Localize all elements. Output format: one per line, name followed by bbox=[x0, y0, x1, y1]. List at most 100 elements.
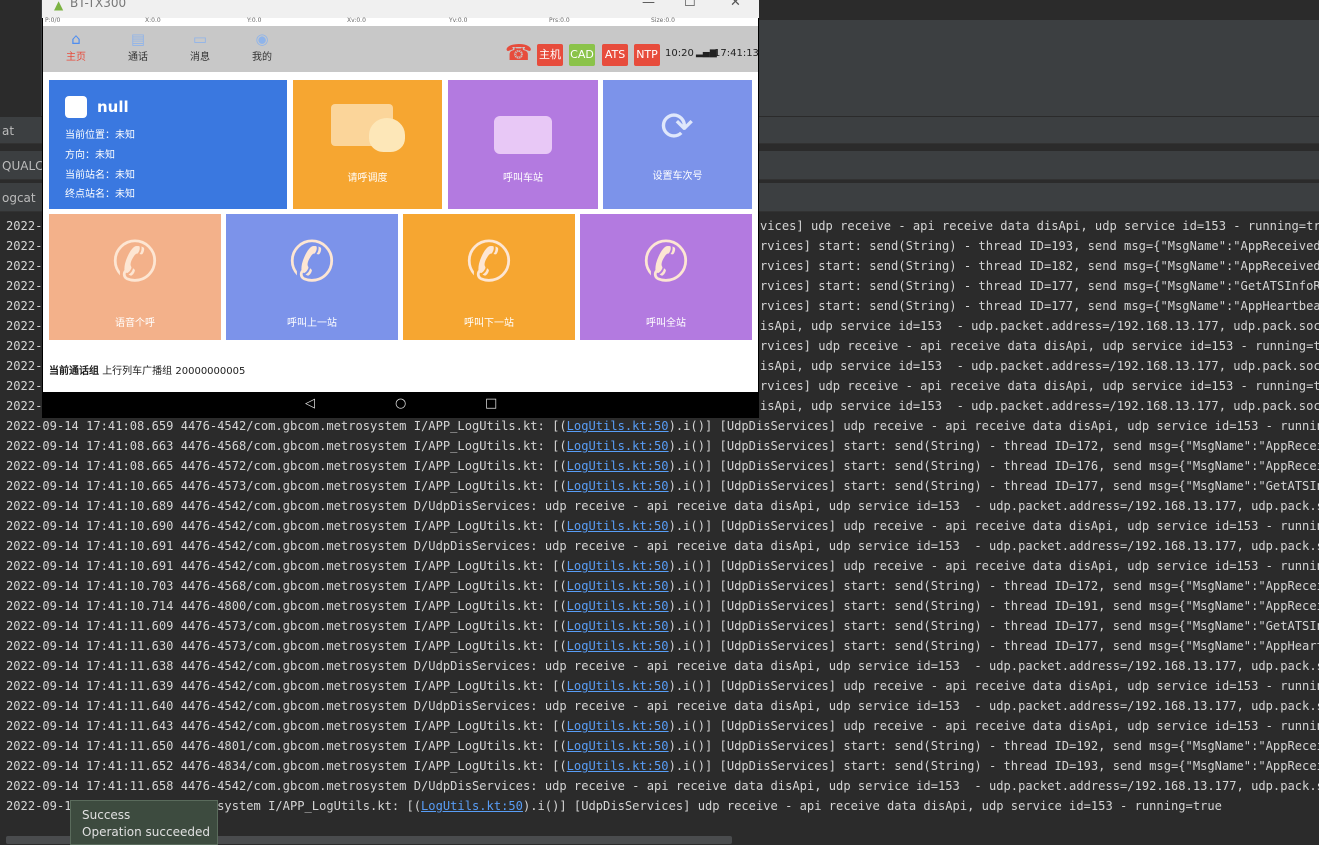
log-message: ).i()] [UdpDisServices] udp receive - ap… bbox=[668, 419, 1319, 433]
log-source-link[interactable]: LogUtils.kt:50 bbox=[567, 479, 669, 493]
back-icon[interactable]: ◁ bbox=[305, 396, 315, 411]
call-previous-station-label: 呼叫上一站 bbox=[287, 318, 337, 329]
home-button-icon[interactable]: ○ bbox=[395, 396, 406, 411]
log-timestamp: 2022-09-14 17:41:11.658 bbox=[6, 779, 174, 793]
phone-hangup-icon[interactable]: ☎ bbox=[505, 41, 532, 66]
voice-private-call-tile[interactable]: ✆ 语音个呼 bbox=[49, 214, 221, 340]
log-timestamp: 2022-09-14 17:41:11.638 bbox=[6, 659, 174, 673]
log-bracket: [( bbox=[552, 419, 567, 433]
log-source-link[interactable]: LogUtils.kt:50 bbox=[421, 799, 523, 813]
log-process: 4476-4573/com.gbcom.metrosystem bbox=[180, 639, 407, 653]
log-timestamp: 2022-09-14 17:41:10.691 bbox=[6, 539, 174, 553]
log-line: 2022-09-14 17:41:08.665 4476-4572/com.gb… bbox=[6, 456, 1319, 476]
pointer-location-debug-bar: P:0/0 X:0.0 Y:0.0 Xv:0.0 Yv:0.0 Prs:0.0 … bbox=[43, 17, 758, 26]
debug-size: Size:0.0 bbox=[651, 17, 675, 24]
current-talk-group: 当前通话组 上行列车广播组 20000000005 bbox=[49, 362, 245, 377]
log-bracket: [( bbox=[552, 739, 567, 753]
log-process: 4476-4834/com.gbcom.metrosystem bbox=[180, 759, 407, 773]
sync-icon: ⟳ bbox=[660, 104, 694, 150]
status-time: 17:41:13 bbox=[714, 48, 759, 59]
log-source-link[interactable]: LogUtils.kt:50 bbox=[567, 679, 669, 693]
log-tag: I/APP_LogUtils.kt: bbox=[413, 619, 545, 633]
log-source-link[interactable]: LogUtils.kt:50 bbox=[567, 639, 669, 653]
log-source-link[interactable]: LogUtils.kt:50 bbox=[567, 739, 669, 753]
log-timestamp: 2022-09-14 17:41:10.691 bbox=[6, 559, 174, 573]
log-line-prefix: 2022- bbox=[6, 339, 43, 353]
log-timestamp: 2022-09-14 17:41:08.663 bbox=[6, 439, 174, 453]
log-message: udp receive - api receive data disApi, u… bbox=[544, 779, 1319, 793]
tab-messages[interactable]: ▭ 消息 bbox=[180, 30, 220, 63]
minimize-icon[interactable]: — bbox=[642, 0, 655, 10]
log-bracket: [( bbox=[552, 759, 567, 773]
maximize-icon[interactable]: ☐ bbox=[684, 0, 696, 10]
current-talk-group-value: 上行列车广播组 20000000005 bbox=[102, 366, 246, 377]
log-source-link[interactable]: LogUtils.kt:50 bbox=[567, 519, 669, 533]
status-badge-ntp: NTP bbox=[634, 44, 660, 66]
log-timestamp: 2022-09-14 17:41:11.652 bbox=[6, 759, 174, 773]
tab-calls[interactable]: ▤ 通话 bbox=[118, 30, 158, 63]
log-source-link[interactable]: LogUtils.kt:50 bbox=[567, 419, 669, 433]
tab-calls-label: 通话 bbox=[128, 52, 148, 63]
log-tag: D/UdpDisServices: bbox=[413, 779, 538, 793]
log-timestamp: 2022-09-14 17:41:11.640 bbox=[6, 699, 174, 713]
log-line-tail: isApi, udp service id=153 - udp.packet.a… bbox=[760, 359, 1319, 373]
log-line: 2022-09-14 17:41:11.630 4476-4573/com.gb… bbox=[6, 636, 1319, 656]
log-source-link[interactable]: LogUtils.kt:50 bbox=[567, 619, 669, 633]
voice-private-call-label: 语音个呼 bbox=[115, 318, 155, 329]
success-toast: Success Operation succeeded bbox=[70, 800, 218, 845]
call-previous-station-tile[interactable]: ✆ 呼叫上一站 bbox=[226, 214, 398, 340]
log-process: 4476-4542/com.gbcom.metrosystem bbox=[180, 519, 407, 533]
log-message: ).i()] [UdpDisServices] start: send(Stri… bbox=[668, 639, 1319, 653]
call-dispatch-tile[interactable]: 请呼调度 bbox=[293, 80, 442, 209]
tab-profile[interactable]: ◉ 我的 bbox=[242, 30, 282, 63]
log-line-tail: rvices] udp receive - api receive data d… bbox=[760, 339, 1319, 353]
train-info-card[interactable]: null 当前位置：未知 方向：未知 当前站名：未知 终点站名：未知 bbox=[49, 80, 287, 209]
close-icon[interactable]: ✕ bbox=[730, 0, 741, 10]
log-tag: I/APP_LogUtils.kt: bbox=[413, 579, 545, 593]
log-line: 2022-09-14 17:41:10.714 4476-4800/com.gb… bbox=[6, 596, 1319, 616]
log-source-link[interactable]: LogUtils.kt:50 bbox=[567, 599, 669, 613]
log-bracket: [( bbox=[552, 479, 567, 493]
log-line: 2022-09-14 17:41:11.638 4476-4542/com.gb… bbox=[6, 656, 1319, 676]
current-station: 当前站名：未知 bbox=[65, 170, 135, 181]
recents-icon[interactable]: □ bbox=[485, 396, 497, 411]
train-icon bbox=[65, 96, 87, 118]
log-line: 2022-09-14 17:41:11.639 4476-4542/com.gb… bbox=[6, 676, 1319, 696]
log-tag: I/APP_LogUtils.kt: bbox=[413, 719, 545, 733]
log-source-link[interactable]: LogUtils.kt:50 bbox=[567, 439, 669, 453]
log-process: 4476-4542/com.gbcom.metrosystem bbox=[180, 559, 407, 573]
call-all-stations-tile[interactable]: ✆ 呼叫全站 bbox=[580, 214, 752, 340]
log-tag: I/APP_LogUtils.kt: bbox=[413, 519, 545, 533]
log-source-link[interactable]: LogUtils.kt:50 bbox=[567, 579, 669, 593]
call-list-icon: ▤ bbox=[130, 30, 146, 48]
log-line: 2022-09-14 17:41:10.690 4476-4542/com.gb… bbox=[6, 516, 1319, 536]
set-train-number-tile[interactable]: ⟳ 设置车次号 bbox=[603, 80, 752, 209]
log-message: udp receive - api receive data disApi, u… bbox=[544, 659, 1319, 673]
tab-home[interactable]: ⌂ 主页 bbox=[56, 30, 96, 63]
log-line-prefix: 2022- bbox=[6, 359, 43, 373]
android-icon: ▲ bbox=[54, 0, 64, 12]
debug-yv: Yv:0.0 bbox=[449, 17, 468, 24]
status-count: 10:20 bbox=[665, 48, 694, 59]
log-source-link[interactable]: LogUtils.kt:50 bbox=[567, 459, 669, 473]
emulator-title-bar[interactable]: ▲ BT-TX300 — ☐ ✕ bbox=[42, 0, 759, 18]
call-station-tile[interactable]: 呼叫车站 bbox=[448, 80, 598, 209]
log-source-link[interactable]: LogUtils.kt:50 bbox=[567, 559, 669, 573]
log-tag: D/UdpDisServices: bbox=[413, 499, 538, 513]
dispatch-helmet-icon bbox=[369, 118, 405, 152]
log-message: ).i()] [UdpDisServices] udp receive - ap… bbox=[668, 559, 1319, 573]
log-message: ).i()] [UdpDisServices] udp receive - ap… bbox=[668, 519, 1319, 533]
log-tag: D/UdpDisServices: bbox=[413, 699, 538, 713]
status-badge-ats: ATS bbox=[602, 44, 628, 66]
log-message: ).i()] [UdpDisServices] udp receive - ap… bbox=[668, 679, 1319, 693]
status-badge-cad: CAD bbox=[569, 44, 595, 66]
log-source-link[interactable]: LogUtils.kt:50 bbox=[567, 759, 669, 773]
tab-messages-label: 消息 bbox=[190, 52, 210, 63]
log-tag: I/APP_LogUtils.kt: bbox=[413, 559, 545, 573]
editor-background-panel bbox=[758, 20, 1319, 116]
log-line-prefix: 2022- bbox=[6, 239, 43, 253]
debug-xv: Xv:0.0 bbox=[347, 17, 366, 24]
log-line-prefix: 2022- bbox=[6, 279, 43, 293]
call-next-station-tile[interactable]: ✆ 呼叫下一站 bbox=[403, 214, 575, 340]
log-source-link[interactable]: LogUtils.kt:50 bbox=[567, 719, 669, 733]
